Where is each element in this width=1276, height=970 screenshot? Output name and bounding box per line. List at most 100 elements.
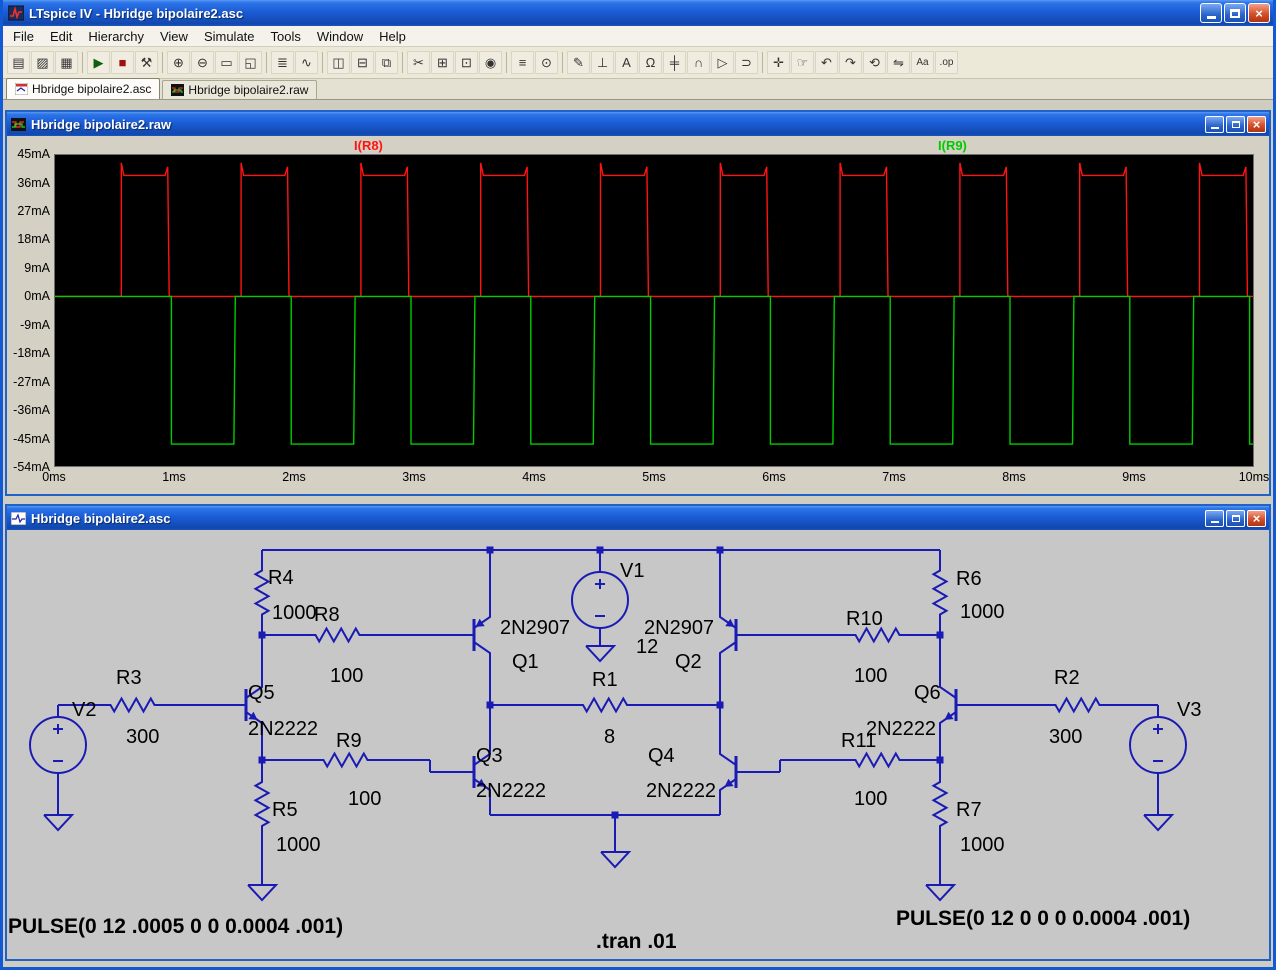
print-preview-button[interactable]: ⊙ bbox=[535, 51, 558, 74]
trace-label-ir9[interactable]: I(R9) bbox=[938, 138, 967, 153]
voltage-source-V3[interactable] bbox=[1129, 716, 1187, 774]
ground-symbol[interactable] bbox=[600, 851, 632, 869]
run-button[interactable]: ▶ bbox=[87, 51, 110, 74]
resistor-R3[interactable] bbox=[100, 696, 165, 714]
resistor-R1[interactable] bbox=[565, 696, 645, 714]
zoom-extents-button[interactable]: ◱ bbox=[239, 51, 262, 74]
schematic-canvas[interactable]: R4 1000 R8 100 R3 300 V2 Q5 2N2222 R9 100 R5 1000 Q1 2… bbox=[7, 530, 1269, 959]
resistor-R10[interactable] bbox=[840, 626, 915, 644]
spice-netlist-button[interactable]: ≣ bbox=[271, 51, 294, 74]
schematic-close-button[interactable]: × bbox=[1247, 509, 1266, 527]
waveform-window-titlebar[interactable]: Hbridge bipolaire2.raw × bbox=[7, 112, 1269, 136]
zoom-area-button[interactable]: ▭ bbox=[215, 51, 238, 74]
menu-simulate[interactable]: Simulate bbox=[196, 27, 263, 46]
component-value-R9[interactable]: 100 bbox=[348, 788, 381, 810]
component-value-R6[interactable]: 1000 bbox=[960, 601, 1005, 623]
spice-directive-pulse-right[interactable]: PULSE(0 12 0 0 0 0.0004 .001) bbox=[896, 907, 1190, 930]
component-value-R7[interactable]: 1000 bbox=[960, 834, 1005, 856]
cascade-button[interactable]: ⧉ bbox=[375, 51, 398, 74]
ground-symbol[interactable] bbox=[1143, 814, 1175, 832]
component-label-V1[interactable]: V1 bbox=[620, 560, 644, 582]
component-value-R8[interactable]: 100 bbox=[330, 665, 363, 687]
print-button[interactable]: ≡ bbox=[511, 51, 534, 74]
component-value-R11[interactable]: 100 bbox=[854, 788, 887, 810]
ground-symbol[interactable] bbox=[43, 814, 75, 832]
zoom-out-button[interactable]: ⊖ bbox=[191, 51, 214, 74]
place-label-button[interactable]: A bbox=[615, 51, 638, 74]
component-label-R2[interactable]: R2 bbox=[1054, 667, 1080, 689]
tile-horizontal-button[interactable]: ⊟ bbox=[351, 51, 374, 74]
paste-button[interactable]: ⊡ bbox=[455, 51, 478, 74]
component-label-Q5[interactable]: Q5 bbox=[248, 682, 275, 704]
resistor-R4[interactable] bbox=[253, 550, 271, 635]
draw-wire-button[interactable]: ✎ bbox=[567, 51, 590, 74]
open-button[interactable]: ▨ bbox=[31, 51, 54, 74]
resistor-R8[interactable] bbox=[300, 626, 375, 644]
resistor-R2[interactable] bbox=[1040, 696, 1115, 714]
component-value-Q1[interactable]: 2N2907 bbox=[500, 617, 570, 639]
component-label-R5[interactable]: R5 bbox=[272, 799, 298, 821]
component-label-R8[interactable]: R8 bbox=[314, 604, 340, 626]
component-label-R1[interactable]: R1 bbox=[592, 669, 618, 691]
ground-symbol[interactable] bbox=[585, 645, 617, 663]
resistor-R6[interactable] bbox=[931, 550, 949, 635]
component-value-Q5[interactable]: 2N2222 bbox=[248, 718, 318, 740]
mirror-button[interactable]: ⇋ bbox=[887, 51, 910, 74]
component-label-Q6[interactable]: Q6 bbox=[914, 682, 941, 704]
find-button[interactable]: ◉ bbox=[479, 51, 502, 74]
resistor-R9[interactable] bbox=[308, 751, 383, 769]
plot-area[interactable] bbox=[54, 154, 1254, 467]
undo-button[interactable]: ↶ bbox=[815, 51, 838, 74]
text-button[interactable]: Aa bbox=[911, 51, 934, 74]
component-value-R4[interactable]: 1000 bbox=[272, 602, 317, 624]
copy-button[interactable]: ⊞ bbox=[431, 51, 454, 74]
menu-help[interactable]: Help bbox=[371, 27, 414, 46]
component-value-Q3[interactable]: 2N2222 bbox=[476, 780, 546, 802]
rotate-button[interactable]: ⟲ bbox=[863, 51, 886, 74]
transistor-Q2[interactable] bbox=[719, 603, 750, 667]
component-value-R5[interactable]: 1000 bbox=[276, 834, 321, 856]
menu-tools[interactable]: Tools bbox=[263, 27, 309, 46]
tile-vertical-button[interactable]: ◫ bbox=[327, 51, 350, 74]
trace-label-ir8[interactable]: I(R8) bbox=[354, 138, 383, 153]
place-ground-button[interactable]: ⊥ bbox=[591, 51, 614, 74]
cut-button[interactable]: ✂ bbox=[407, 51, 430, 74]
component-value-R3[interactable]: 300 bbox=[126, 726, 159, 748]
schematic-minimize-button[interactable] bbox=[1205, 509, 1224, 527]
component-label-R4[interactable]: R4 bbox=[268, 567, 294, 589]
voltage-source-V2[interactable] bbox=[29, 716, 87, 774]
new-schematic-button[interactable]: ▤ bbox=[7, 51, 30, 74]
close-button[interactable]: × bbox=[1248, 3, 1270, 23]
component-label-V3[interactable]: V3 bbox=[1177, 699, 1201, 721]
place-resistor-button[interactable]: Ω bbox=[639, 51, 662, 74]
place-capacitor-button[interactable]: ╪ bbox=[663, 51, 686, 74]
minimize-button[interactable] bbox=[1200, 3, 1222, 23]
move-button[interactable]: ✛ bbox=[767, 51, 790, 74]
component-label-R10[interactable]: R10 bbox=[846, 608, 883, 630]
waveform-close-button[interactable]: × bbox=[1247, 115, 1266, 133]
schematic-window-titlebar[interactable]: Hbridge bipolaire2.asc × bbox=[7, 506, 1269, 530]
menu-edit[interactable]: Edit bbox=[42, 27, 80, 46]
component-value-R10[interactable]: 100 bbox=[854, 665, 887, 687]
component-label-Q2[interactable]: Q2 bbox=[675, 651, 702, 673]
component-label-R3[interactable]: R3 bbox=[116, 667, 142, 689]
drag-button[interactable]: ☞ bbox=[791, 51, 814, 74]
place-component-button[interactable]: ⊃ bbox=[735, 51, 758, 74]
zoom-in-button[interactable]: ⊕ bbox=[167, 51, 190, 74]
component-label-R9[interactable]: R9 bbox=[336, 730, 362, 752]
resistor-R11[interactable] bbox=[840, 751, 915, 769]
ground-symbol[interactable] bbox=[247, 884, 279, 902]
spice-directive-pulse-left[interactable]: PULSE(0 12 .0005 0 0 0.0004 .001) bbox=[8, 915, 343, 938]
component-label-V2[interactable]: V2 bbox=[72, 699, 96, 721]
waveform-minimize-button[interactable] bbox=[1205, 115, 1224, 133]
redo-button[interactable]: ↷ bbox=[839, 51, 862, 74]
main-titlebar[interactable]: LTspice IV - Hbridge bipolaire2.asc × bbox=[3, 0, 1273, 26]
component-value-Q6[interactable]: 2N2222 bbox=[866, 718, 936, 740]
tab-schematic[interactable]: Hbridge bipolaire2.asc bbox=[6, 78, 161, 99]
tab-waveform[interactable]: Hbridge bipolaire2.raw bbox=[162, 80, 318, 99]
halt-button[interactable]: ■ bbox=[111, 51, 134, 74]
component-label-R6[interactable]: R6 bbox=[956, 568, 982, 590]
component-label-R7[interactable]: R7 bbox=[956, 799, 982, 821]
component-label-Q4[interactable]: Q4 bbox=[648, 745, 675, 767]
place-diode-button[interactable]: ▷ bbox=[711, 51, 734, 74]
